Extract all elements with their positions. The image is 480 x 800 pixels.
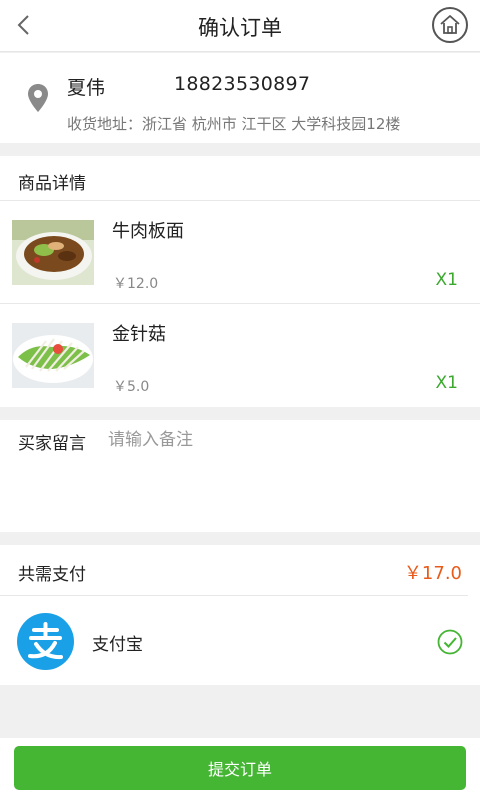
list-item[interactable]: 牛肉板面 ￥12.0 X1 [0,201,480,304]
bottom-bar: 提交订单 [0,738,480,800]
beef-noodles-image [12,220,94,285]
item-name: 金针菇 [112,324,166,345]
buyer-note-input[interactable] [108,426,458,454]
recipient-phone: 18823530897 [174,73,311,95]
item-price: ￥5.0 [113,379,150,395]
total-label: 共需支付 [18,565,86,585]
submit-order-button[interactable]: 提交订单 [14,746,466,790]
home-icon [440,15,460,34]
enoki-mushroom-image [12,323,94,388]
page-title: 确认订单 [198,16,282,40]
home-button[interactable] [432,7,468,43]
payment-method-label[interactable]: 支付宝 [92,630,143,655]
item-quantity: X1 [435,373,458,393]
buyer-note-label: 买家留言 [18,434,86,454]
item-quantity: X1 [435,270,458,290]
recipient-name: 夏伟 [67,77,106,99]
buyer-note-section: 买家留言 [0,420,480,532]
check-circle-icon[interactable] [437,629,463,655]
alipay-icon [17,613,74,670]
item-price: ￥12.0 [113,276,159,292]
item-name: 牛肉板面 [112,221,184,242]
app-header: 确认订单 [0,0,480,52]
shipping-address-card[interactable]: 夏伟 18823530897 收货地址：浙江省 杭州市 江干区 大学科技园12楼 [0,53,480,143]
location-pin-icon [28,84,48,112]
shipping-address-text: 收货地址：浙江省 杭州市 江干区 大学科技园12楼 [67,115,401,133]
total-amount: ￥17.0 [403,563,462,584]
goods-detail-section: 商品详情 牛肉板面 ￥12.0 X1 金针菇 ￥5.0 X1 [0,156,480,407]
payment-section: 共需支付 ￥17.0 支付宝 [0,545,480,685]
divider [0,595,468,596]
goods-section-title: 商品详情 [18,174,86,194]
list-item[interactable]: 金针菇 ￥5.0 X1 [0,304,480,407]
